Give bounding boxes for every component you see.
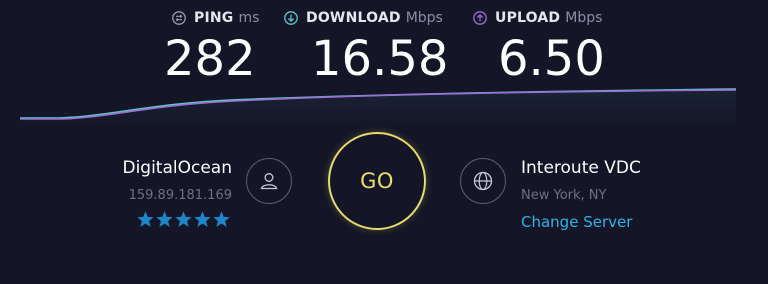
- ping-unit: ms: [238, 10, 260, 26]
- star-icon[interactable]: [136, 210, 155, 229]
- ping-icon: [172, 11, 186, 25]
- globe-icon: [473, 171, 493, 191]
- isp-ip-address: 159.89.181.169: [128, 188, 232, 203]
- server-location: New York, NY: [521, 188, 607, 203]
- isp-name: DigitalOcean: [122, 158, 232, 178]
- go-button[interactable]: GO: [328, 132, 426, 230]
- download-arrow-icon: [284, 11, 298, 25]
- isp-rating-stars[interactable]: [136, 210, 231, 229]
- download-label: DOWNLOAD: [306, 10, 401, 26]
- download-header: DOWNLOAD Mbps: [284, 9, 443, 27]
- server-name: Interoute VDC: [521, 158, 641, 178]
- star-icon[interactable]: [193, 210, 212, 229]
- star-icon[interactable]: [155, 210, 174, 229]
- ping-label: PING: [194, 10, 234, 26]
- download-unit: Mbps: [405, 10, 443, 26]
- isp-user-icon-circle: [246, 158, 292, 204]
- upload-header: UPLOAD Mbps: [473, 9, 602, 27]
- upload-unit: Mbps: [565, 10, 603, 26]
- go-button-label: GO: [360, 169, 394, 193]
- upload-label: UPLOAD: [495, 10, 561, 26]
- server-globe-icon-circle: [460, 158, 506, 204]
- user-icon: [260, 173, 278, 190]
- upload-arrow-icon: [473, 11, 487, 25]
- speed-graph: [20, 88, 737, 130]
- ping-header: PING ms: [172, 9, 259, 27]
- star-icon[interactable]: [212, 210, 231, 229]
- star-icon[interactable]: [174, 210, 193, 229]
- change-server-link[interactable]: Change Server: [521, 213, 632, 231]
